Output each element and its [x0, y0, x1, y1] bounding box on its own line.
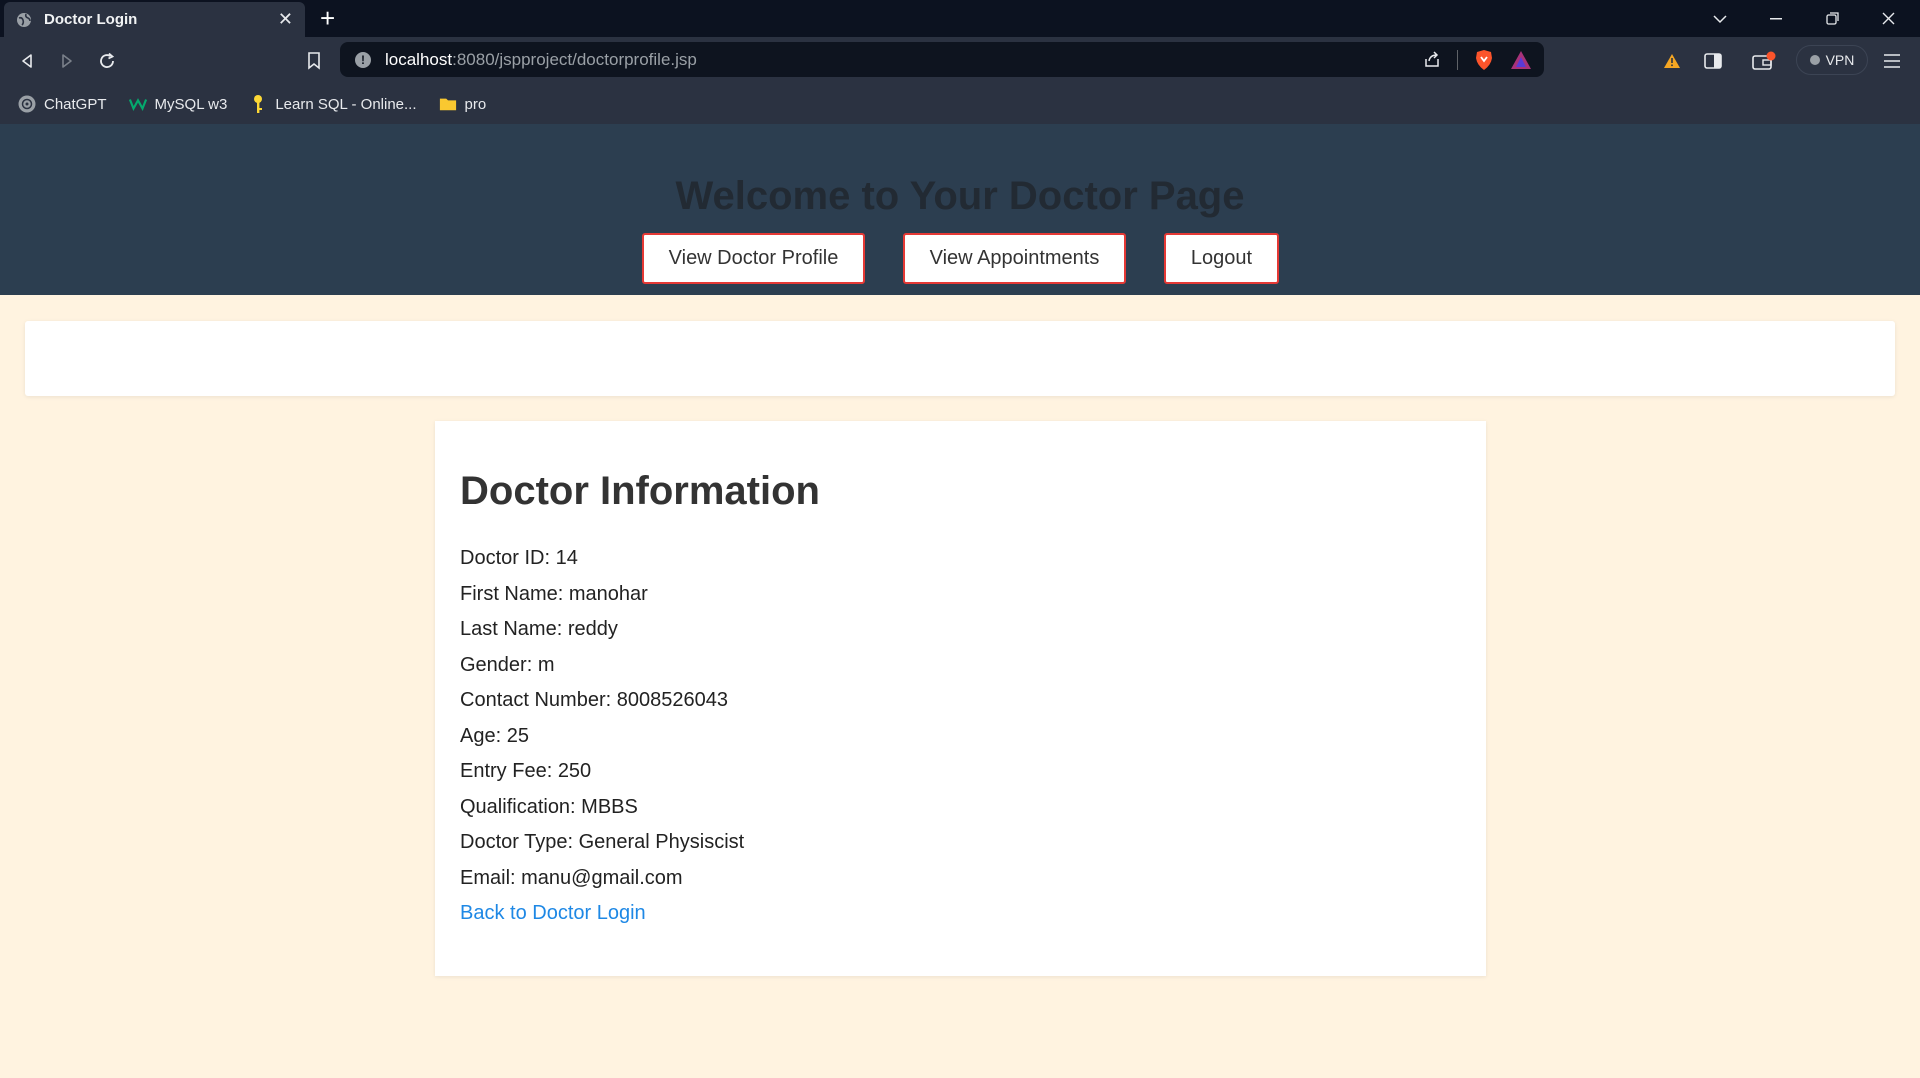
- bookmark-label: MySQL w3: [154, 95, 228, 113]
- bookmark-label: pro: [464, 95, 487, 113]
- vpn-status-icon: [1809, 55, 1820, 65]
- back-arrow-icon: [22, 54, 32, 68]
- first-name-line: First Name: manohar: [460, 582, 648, 605]
- warning-button[interactable]: [1660, 47, 1684, 75]
- url-path: :8080/jspproject/doctorprofile.jsp: [452, 49, 697, 69]
- page-title: Welcome to Your Doctor Page: [675, 174, 1245, 218]
- tab-title: Doctor Login: [44, 11, 138, 28]
- close-icon: [1882, 12, 1894, 25]
- chatgpt-icon: [18, 95, 36, 113]
- tab-search-button[interactable]: [1692, 0, 1748, 37]
- vpn-button[interactable]: VPN: [1796, 45, 1868, 75]
- w3schools-icon: [128, 95, 147, 113]
- browser-toolbar: ! localhost:8080/jspproject/doctorprofil…: [0, 37, 1920, 84]
- bookmarks-bar: ChatGPT MySQL w3 Learn SQL - Online... p…: [0, 84, 1920, 124]
- url-host: localhost: [385, 49, 453, 69]
- view-appointments-button[interactable]: View Appointments: [903, 233, 1126, 284]
- wallet-icon: [1752, 51, 1776, 70]
- gender-line: Gender: m: [460, 653, 555, 676]
- sidebar-icon: [1704, 53, 1722, 69]
- browser-tab-strip: Doctor Login ✕ +: [0, 0, 1920, 37]
- hamburger-menu-icon: [1884, 54, 1900, 68]
- wallet-button[interactable]: [1750, 47, 1778, 75]
- share-icon[interactable]: [1423, 50, 1441, 69]
- bookmark-folder-pro[interactable]: pro: [439, 95, 487, 113]
- site-info-icon[interactable]: !: [355, 51, 371, 68]
- bookmark-learn-sql[interactable]: Learn SQL - Online...: [249, 95, 417, 113]
- browser-tab[interactable]: Doctor Login ✕: [4, 2, 305, 37]
- close-window-button[interactable]: [1860, 0, 1916, 37]
- folder-icon: [439, 95, 457, 113]
- entry-fee-line: Entry Fee: 250: [460, 760, 592, 782]
- sidebar-toggle-button[interactable]: [1701, 47, 1725, 75]
- doctor-id-line: Doctor ID: 14: [460, 547, 578, 569]
- age-line: Age: 25: [460, 724, 529, 747]
- bookmark-label: ChatGPT: [44, 95, 107, 113]
- content-strip: [25, 321, 1895, 396]
- view-doctor-profile-button[interactable]: View Doctor Profile: [642, 233, 865, 284]
- bookmark-chatgpt[interactable]: ChatGPT: [18, 95, 107, 113]
- brave-rewards-icon[interactable]: [1510, 50, 1532, 70]
- bookmark-icon: [308, 52, 320, 70]
- back-to-doctor-login-link[interactable]: Back to Doctor Login: [460, 902, 646, 925]
- bookmark-mysql-w3[interactable]: MySQL w3: [128, 95, 228, 113]
- doctor-type-line: Doctor Type: General Physiscist: [460, 831, 745, 853]
- doctor-info-card: Doctor Information Doctor ID: 14 First N…: [435, 421, 1486, 976]
- key-icon: [249, 95, 267, 113]
- qualification-line: Qualification: MBBS: [460, 795, 638, 818]
- globe-icon: [17, 12, 31, 27]
- email-line: Email: manu@gmail.com: [460, 866, 683, 889]
- back-button[interactable]: [13, 47, 41, 75]
- warning-icon: [1664, 54, 1680, 68]
- minimize-icon: [1770, 17, 1782, 19]
- url-text[interactable]: localhost:8080/jspproject/doctorprofile.…: [385, 50, 697, 70]
- card-heading: Doctor Information: [460, 469, 820, 513]
- logout-button[interactable]: Logout: [1164, 233, 1279, 284]
- new-tab-button[interactable]: +: [320, 4, 335, 32]
- divider: [1457, 49, 1458, 70]
- restore-icon: [1825, 12, 1839, 25]
- vpn-label: VPN: [1825, 52, 1855, 68]
- tab-close-icon[interactable]: ✕: [278, 9, 293, 30]
- bookmark-button[interactable]: [300, 47, 328, 75]
- forward-arrow-icon: [62, 54, 72, 68]
- restore-button[interactable]: [1804, 0, 1860, 37]
- page-header: Welcome to Your Doctor Page View Doctor …: [0, 124, 1920, 295]
- brave-shields-icon[interactable]: [1474, 49, 1494, 71]
- minimize-button[interactable]: [1748, 0, 1804, 37]
- bookmark-label: Learn SQL - Online...: [275, 95, 417, 113]
- address-bar[interactable]: ! localhost:8080/jspproject/doctorprofil…: [340, 42, 1544, 77]
- reload-icon: [100, 52, 115, 68]
- menu-button[interactable]: [1880, 47, 1904, 75]
- last-name-line: Last Name: reddy: [460, 618, 618, 640]
- contact-number-line: Contact Number: 8008526043: [460, 689, 728, 711]
- forward-button[interactable]: [53, 47, 81, 75]
- reload-button[interactable]: [93, 47, 121, 75]
- chevron-down-icon: [1713, 14, 1727, 23]
